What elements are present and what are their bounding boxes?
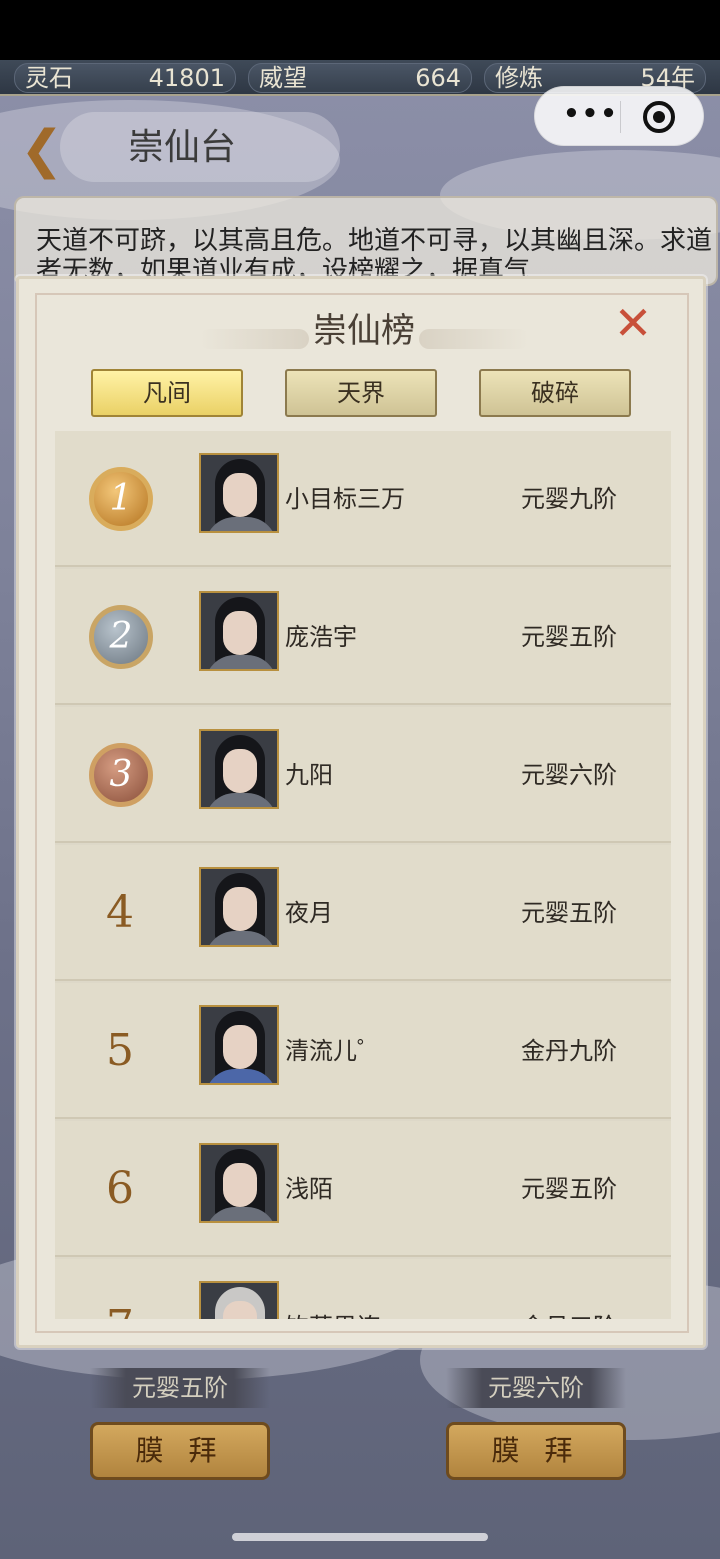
left-statue-realm: 元婴五阶 bbox=[90, 1368, 270, 1408]
leaderboard-row[interactable]: 5 清流儿゜ 金丹九阶 bbox=[55, 983, 671, 1119]
spirit-stone-counter: 灵石 41801 bbox=[14, 63, 236, 93]
spirit-stone-label: 灵石 bbox=[25, 64, 73, 92]
worship-button-right[interactable]: 膜 拜 bbox=[446, 1422, 626, 1480]
rank-number: 5 bbox=[106, 1025, 134, 1076]
close-icon[interactable]: ✕ bbox=[609, 300, 657, 349]
modal-title: 崇仙榜 bbox=[313, 311, 415, 351]
rank-number: 6 bbox=[106, 1163, 134, 1214]
player-realm: 元婴五阶 bbox=[521, 623, 617, 651]
player-avatar[interactable] bbox=[199, 453, 279, 533]
cultivation-label: 修炼 bbox=[495, 64, 543, 92]
leaderboard-row[interactable]: 2 庞浩宇 元婴五阶 bbox=[55, 569, 671, 705]
player-avatar[interactable] bbox=[199, 1143, 279, 1223]
player-realm: 元婴九阶 bbox=[521, 485, 617, 513]
player-name: 小目标三万 bbox=[285, 485, 405, 513]
close-miniprogram-icon[interactable] bbox=[643, 101, 675, 133]
tab-mortal[interactable]: 凡间 bbox=[91, 369, 243, 417]
player-name: 浅陌 bbox=[285, 1175, 333, 1203]
leaderboard-list[interactable]: 1 小目标三万 元婴九阶 2 庞浩宇 元婴五阶 3 九阳 元婴六阶 4 夜月 元… bbox=[55, 431, 671, 1319]
rank-number: 7 bbox=[85, 1259, 155, 1319]
player-name: 清流儿゜ bbox=[285, 1037, 381, 1065]
leaderboard-row[interactable]: 4 夜月 元婴五阶 bbox=[55, 845, 671, 981]
gold-medal-icon: 1 bbox=[89, 467, 153, 531]
bronze-medal-icon: 3 bbox=[89, 743, 153, 807]
silver-medal-icon: 2 bbox=[89, 605, 153, 669]
player-realm: 金丹九阶 bbox=[521, 1037, 617, 1065]
player-realm: 元婴六阶 bbox=[521, 761, 617, 789]
player-realm: 金丹五阶 bbox=[521, 1259, 617, 1319]
prestige-label: 威望 bbox=[259, 64, 307, 92]
prestige-value: 664 bbox=[415, 64, 461, 92]
leaderboard-row[interactable]: 1 小目标三万 元婴九阶 bbox=[55, 431, 671, 567]
leaderboard-modal: 崇仙榜 ✕ 凡间 天界 破碎 1 小目标三万 元婴九阶 2 庞浩宇 元婴五阶 3… bbox=[16, 276, 706, 1348]
tab-heaven[interactable]: 天界 bbox=[285, 369, 437, 417]
rank-number: 4 bbox=[106, 887, 134, 938]
capsule-divider bbox=[620, 101, 621, 133]
tab-shattered[interactable]: 破碎 bbox=[479, 369, 631, 417]
spirit-stone-value: 41801 bbox=[148, 64, 225, 92]
player-realm: 元婴五阶 bbox=[521, 899, 617, 927]
mini-program-capsule: ••• bbox=[534, 86, 704, 146]
prestige-counter: 威望 664 bbox=[248, 63, 472, 93]
player-avatar[interactable] bbox=[199, 591, 279, 671]
player-name: 夜月 bbox=[285, 899, 333, 927]
intro-panel: 天道不可跻，以其高且危。地道不可寻，以其幽且深。求道者无数，如果道业有成，设榜耀… bbox=[14, 196, 718, 286]
leaderboard-row[interactable]: 7 饮落思连 金丹五阶 bbox=[55, 1259, 671, 1319]
player-name: 九阳 bbox=[285, 761, 333, 789]
player-realm: 元婴五阶 bbox=[521, 1175, 617, 1203]
status-bar bbox=[0, 0, 720, 60]
player-avatar[interactable] bbox=[199, 729, 279, 809]
player-avatar[interactable] bbox=[199, 1005, 279, 1085]
worship-button-left[interactable]: 膜 拜 bbox=[90, 1422, 270, 1480]
leaderboard-row[interactable]: 6 浅陌 元婴五阶 bbox=[55, 1121, 671, 1257]
leaderboard-row[interactable]: 3 九阳 元婴六阶 bbox=[55, 707, 671, 843]
page-title: 崇仙台 bbox=[128, 127, 237, 168]
player-name: 饮落思连 bbox=[285, 1259, 381, 1319]
more-menu-icon[interactable]: ••• bbox=[561, 101, 621, 131]
player-avatar[interactable] bbox=[199, 1281, 279, 1319]
player-name: 庞浩宇 bbox=[285, 623, 357, 651]
right-statue-realm: 元婴六阶 bbox=[446, 1368, 626, 1408]
back-arrow-icon[interactable]: ❮ bbox=[20, 124, 76, 176]
home-indicator bbox=[232, 1533, 488, 1541]
player-avatar[interactable] bbox=[199, 867, 279, 947]
